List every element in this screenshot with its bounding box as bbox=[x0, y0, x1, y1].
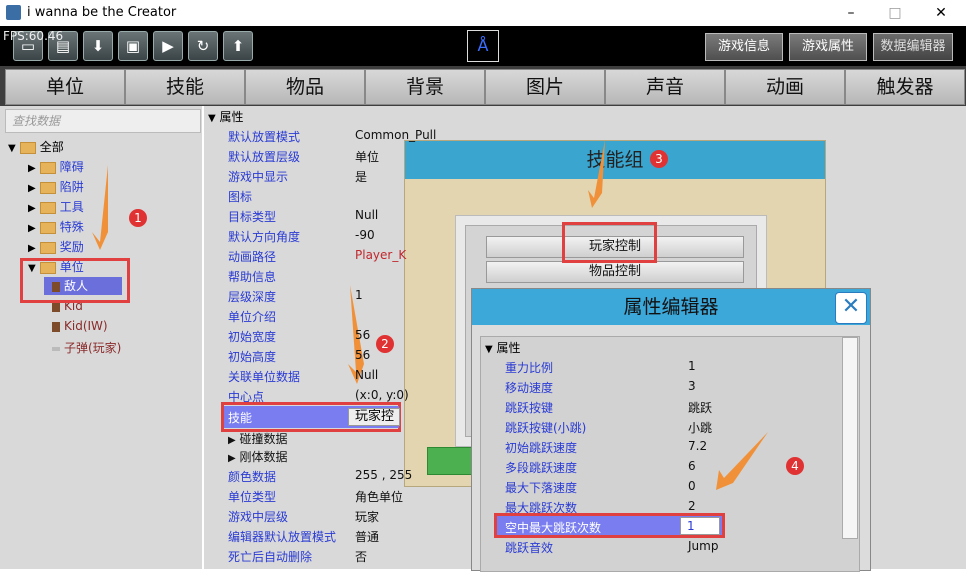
property-row-value[interactable]: 否 bbox=[355, 548, 367, 565]
property-row-label[interactable]: 单位介绍 bbox=[228, 308, 276, 325]
collision-data-section[interactable]: ▶ 碰撞数据 bbox=[228, 430, 288, 447]
property-row-label[interactable]: 默认放置层级 bbox=[228, 148, 300, 165]
skill-row-input[interactable]: 玩家控 bbox=[348, 408, 400, 426]
property-row-value[interactable]: 255 , 255 bbox=[355, 468, 412, 482]
arrow-1 bbox=[92, 165, 108, 250]
property-row-label[interactable]: 单位类型 bbox=[228, 488, 276, 505]
rigidbody-data-section[interactable]: ▶ 刚体数据 bbox=[228, 448, 288, 465]
property-row-label[interactable]: 动画路径 bbox=[228, 248, 276, 265]
property-row-value[interactable]: 56 bbox=[355, 328, 370, 342]
property-row-value[interactable]: 56 bbox=[355, 348, 370, 362]
property-row-value[interactable]: 单位 bbox=[355, 148, 379, 165]
property-row-value[interactable]: 玩家 bbox=[355, 508, 379, 525]
property-row-label[interactable]: 编辑器默认放置模式 bbox=[228, 528, 336, 545]
property-row-label[interactable]: 层级深度 bbox=[228, 288, 276, 305]
property-row-value[interactable]: -90 bbox=[355, 228, 375, 242]
property-row-label[interactable]: 初始宽度 bbox=[228, 328, 276, 345]
property-row-value[interactable]: Common_Pull bbox=[355, 128, 436, 142]
property-row-value[interactable]: 是 bbox=[355, 168, 367, 185]
property-row-value[interactable]: Null bbox=[355, 368, 378, 382]
property-row-label[interactable]: 图标 bbox=[228, 188, 252, 205]
property-row-label[interactable]: 颜色数据 bbox=[228, 468, 276, 485]
property-row-value[interactable]: Player_K bbox=[355, 248, 406, 262]
property-row-value[interactable]: Null bbox=[355, 208, 378, 222]
skill-row-label: 技能 bbox=[228, 411, 253, 425]
property-row-label[interactable]: 默认放置模式 bbox=[228, 128, 300, 145]
property-row-label[interactable]: 死亡后自动删除 bbox=[228, 548, 312, 565]
property-row-value[interactable]: (x:0, y:0) bbox=[355, 388, 409, 402]
property-row-label[interactable]: 默认方向角度 bbox=[228, 228, 300, 245]
property-row-label[interactable]: 游戏中显示 bbox=[228, 168, 288, 185]
property-row-label[interactable]: 游戏中层级 bbox=[228, 508, 288, 525]
annotation-arrows bbox=[92, 140, 768, 490]
property-row-label[interactable]: 帮助信息 bbox=[228, 268, 276, 285]
property-row-value[interactable]: 1 bbox=[355, 288, 363, 302]
property-row-value[interactable]: 普通 bbox=[355, 528, 379, 545]
property-row-label[interactable]: 初始高度 bbox=[228, 348, 276, 365]
arrow-4 bbox=[716, 432, 768, 490]
arrow-3 bbox=[588, 140, 605, 208]
property-row-value[interactable]: 角色单位 bbox=[355, 488, 403, 505]
property-row-label[interactable]: 目标类型 bbox=[228, 208, 276, 225]
property-row-label[interactable]: 关联单位数据 bbox=[228, 368, 300, 385]
property-row-label[interactable]: 中心点 bbox=[228, 388, 264, 405]
